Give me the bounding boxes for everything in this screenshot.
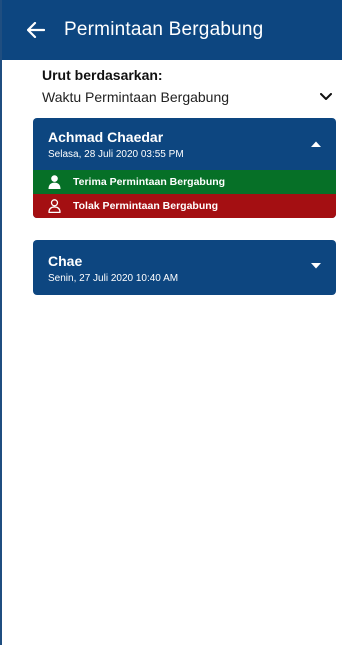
request-card: Achmad Chaedar Selasa, 28 Juli 2020 03:5… xyxy=(33,118,336,218)
sort-section: Urut berdasarkan: Waktu Permintaan Berga… xyxy=(42,67,332,107)
caret-up-icon xyxy=(311,141,321,147)
user-filled-icon xyxy=(47,175,61,189)
chevron-down-icon xyxy=(320,93,332,100)
sort-label: Urut berdasarkan: xyxy=(42,67,163,83)
reject-request-button[interactable]: Tolak Permintaan Bergabung xyxy=(33,194,336,218)
user-outline-icon xyxy=(47,199,61,213)
screen: Permintaan Bergabung Urut berdasarkan: W… xyxy=(0,0,342,645)
page-title: Permintaan Bergabung xyxy=(64,19,264,40)
request-card-header[interactable]: Achmad Chaedar Selasa, 28 Juli 2020 03:5… xyxy=(33,118,336,170)
request-date: Selasa, 28 Juli 2020 03:55 PM xyxy=(48,149,184,160)
sort-selected-value: Waktu Permintaan Bergabung xyxy=(42,89,230,105)
requester-name: Achmad Chaedar xyxy=(48,129,164,145)
app-bar: Permintaan Bergabung xyxy=(2,0,342,60)
back-button[interactable] xyxy=(14,0,58,60)
request-card: Chae Senin, 27 Juli 2020 10:40 AM xyxy=(33,240,336,295)
reject-request-label: Tolak Permintaan Bergabung xyxy=(73,200,219,212)
request-date: Senin, 27 Juli 2020 10:40 AM xyxy=(48,273,179,284)
accept-request-button[interactable]: Terima Permintaan Bergabung xyxy=(33,170,336,194)
arrow-left-icon xyxy=(27,22,45,38)
request-card-header[interactable]: Chae Senin, 27 Juli 2020 10:40 AM xyxy=(33,240,336,295)
sort-dropdown[interactable]: Waktu Permintaan Bergabung xyxy=(42,87,332,107)
requester-name: Chae xyxy=(48,253,83,269)
caret-down-icon xyxy=(311,263,321,269)
accept-request-label: Terima Permintaan Bergabung xyxy=(73,176,226,188)
